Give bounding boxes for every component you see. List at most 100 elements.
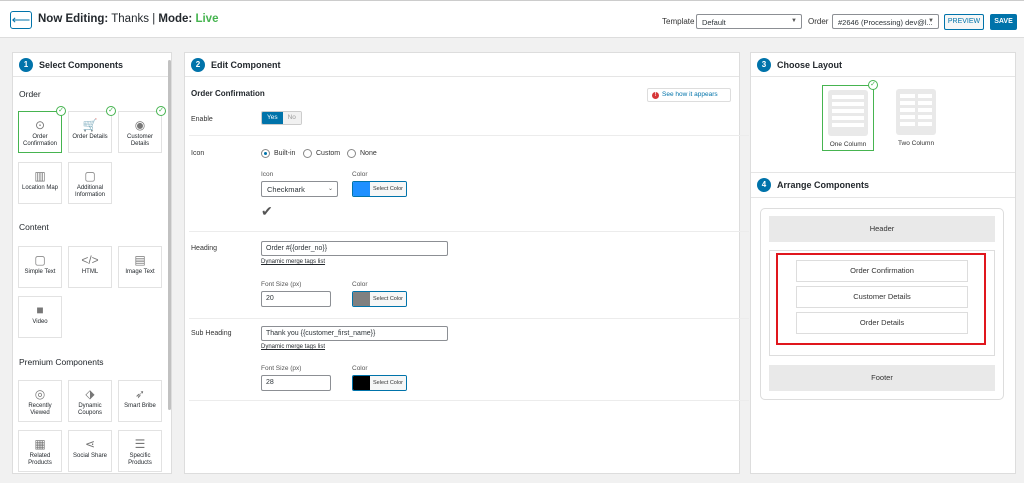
video-icon: ■ (36, 303, 44, 317)
component-label: Additional Information (74, 185, 105, 198)
section-content: Content (19, 222, 49, 232)
icon-color-picker[interactable]: Select Color (352, 181, 407, 197)
component-order-confirmation[interactable]: ⊙ Order Confirmation ✓ (18, 106, 66, 153)
component-video[interactable]: ■ Video (18, 296, 62, 338)
heading-color-picker[interactable]: Select Color (352, 291, 407, 307)
template-select-value: Default (702, 18, 726, 27)
radio-none[interactable]: None (347, 149, 377, 158)
template-label: Template (662, 17, 695, 26)
note-icon: ▢ (34, 253, 46, 267)
radio-dot (303, 149, 312, 158)
font-size-value: 28 (266, 379, 274, 386)
component-html[interactable]: </> HTML (68, 246, 112, 288)
heading-font-size-input[interactable]: 20 (261, 291, 331, 307)
component-location-map[interactable]: ▥ Location Map (18, 162, 62, 204)
highlight-box (776, 253, 986, 345)
radio-label: Built-in (274, 150, 296, 157)
component-recently-viewed[interactable]: ◎ Recently Viewed (18, 380, 62, 422)
divider (189, 135, 749, 136)
template-name: Thanks (111, 13, 149, 25)
subheading-font-size-input[interactable]: 28 (261, 375, 331, 391)
title-prefix: Now Editing: (38, 13, 109, 25)
see-how-button[interactable]: ! See how it appears (647, 88, 731, 102)
component-social-share[interactable]: ⋖ Social Share (68, 430, 112, 472)
back-button[interactable]: ⟵ (10, 11, 32, 29)
panel-header: 4 Arrange Components (751, 173, 1015, 197)
component-label: Order Confirmation (22, 134, 57, 147)
grid-icon: ▦ (34, 437, 46, 451)
list-icon: ☰ (134, 437, 146, 451)
font-size-value: 20 (266, 295, 274, 302)
component-additional-information[interactable]: ▢ Additional Information (68, 162, 112, 204)
toggle-no[interactable]: No (282, 112, 301, 124)
preview-button[interactable]: PREVIEW (944, 14, 984, 30)
component-related-products[interactable]: ▦ Related Products (18, 430, 62, 472)
subheading-color-picker[interactable]: Select Color (352, 375, 407, 391)
step-badge: 4 (757, 178, 771, 192)
component-label: Video (32, 319, 48, 325)
component-label: Dynamic Coupons (77, 403, 103, 416)
section-premium: Premium Components (19, 357, 104, 367)
panel-title: Arrange Components (777, 180, 870, 190)
component-dynamic-coupons[interactable]: ⬗ Dynamic Coupons (68, 380, 112, 422)
tag-icon: ⬗ (85, 387, 95, 401)
radio-built-in[interactable]: Built-in (261, 149, 295, 158)
heading-input[interactable]: Order #{{order_no}} (261, 241, 448, 256)
radio-dot (347, 149, 356, 158)
font-size-label: Font Size (px) (261, 365, 302, 372)
subheading-input[interactable]: Thank you {{customer_first_name}} (261, 326, 448, 341)
arrange-header-slot[interactable]: Header (769, 216, 995, 242)
layout-two-column[interactable]: Two Column (890, 85, 942, 151)
component-customer-details[interactable]: ◉ Customer Details ✓ (118, 106, 166, 153)
eye-icon: ◎ (34, 387, 46, 401)
merge-tags-link[interactable]: Dynamic merge tags list (261, 259, 325, 265)
component-label: Related Products (28, 453, 52, 466)
component-smart-bribe[interactable]: ➶ Smart Bribe (118, 380, 162, 422)
chevron-down-icon: ⌄ (327, 186, 333, 192)
step-badge: 3 (757, 57, 771, 72)
divider (189, 400, 749, 401)
added-check-icon: ✓ (56, 106, 66, 116)
component-label: Image Text (125, 269, 155, 275)
font-size-label: Font Size (px) (261, 281, 302, 288)
arrange-footer-slot[interactable]: Footer (769, 365, 995, 391)
icon-select-value: Checkmark (267, 185, 305, 194)
chevron-down-icon: ▼ (791, 18, 797, 24)
component-order-details[interactable]: 🛒 Order Details ✓ (68, 106, 116, 153)
enable-toggle[interactable]: Yes No (261, 111, 302, 125)
select-color-label: Select Color (370, 182, 406, 196)
component-image-text[interactable]: ▤ Image Text (118, 246, 162, 288)
toggle-yes[interactable]: Yes (262, 112, 283, 124)
component-label: Social Share (72, 453, 108, 459)
step-badge: 2 (191, 57, 205, 72)
heading-input-value: Order #{{order_no}} (266, 245, 328, 252)
image-text-icon: ▤ (134, 253, 146, 267)
select-color-label: Select Color (370, 376, 406, 390)
section-order: Order (19, 89, 41, 99)
order-select[interactable]: #2646 (Processing) dev@l... ▼ (832, 14, 939, 29)
template-select[interactable]: Default ▼ (696, 14, 802, 29)
component-label: HTML (81, 269, 99, 275)
layout-label: One Column (829, 141, 867, 148)
icon-select[interactable]: Checkmark ⌄ (261, 181, 338, 197)
layout-one-column[interactable]: One Column ✓ (822, 80, 878, 151)
radio-custom[interactable]: Custom (303, 149, 340, 158)
one-column-layout-icon (828, 90, 868, 136)
radio-dot (261, 149, 270, 158)
select-color-label: Select Color (370, 292, 406, 306)
save-button[interactable]: SAVE (990, 14, 1017, 30)
merge-tags-link[interactable]: Dynamic merge tags list (261, 344, 325, 350)
color-swatch (353, 376, 370, 390)
color-label: Color (352, 171, 368, 178)
component-specific-products[interactable]: ☰ Specific Products (118, 430, 162, 472)
panel-header: 2 Edit Component (185, 53, 739, 77)
panel-title: Choose Layout (777, 59, 843, 70)
component-label: Customer Details (126, 134, 153, 147)
component-label: Location Map (21, 185, 59, 191)
mode-value: Live (195, 13, 219, 25)
heading-label: Heading (191, 245, 218, 252)
component-simple-text[interactable]: ▢ Simple Text (18, 246, 62, 288)
components-scrollbar[interactable] (168, 60, 171, 410)
panel-title: Edit Component (211, 59, 281, 70)
component-name: Order Confirmation (191, 89, 265, 98)
